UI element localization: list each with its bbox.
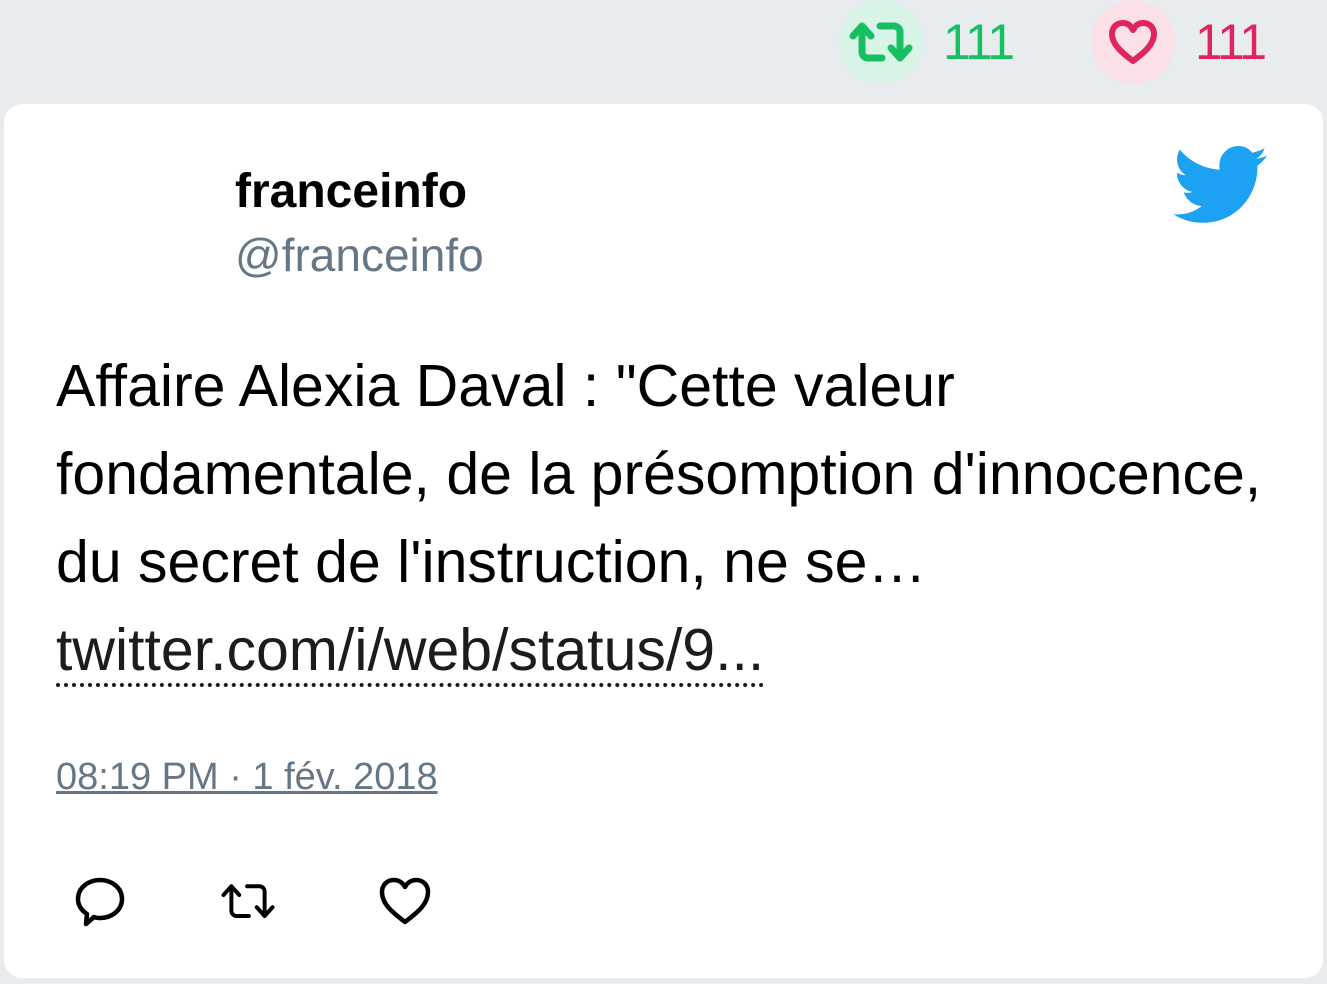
tweet-timestamp[interactable]: 08:19 PM · 1 fév. 2018 xyxy=(56,756,438,799)
twitter-bird-icon[interactable] xyxy=(1172,146,1270,226)
tweet-card: franceinfo @franceinfo Affaire Alexia Da… xyxy=(4,104,1323,978)
retweet-action-icon[interactable] xyxy=(220,874,276,930)
retweet-icon xyxy=(849,22,913,62)
author-handle[interactable]: @franceinfo xyxy=(235,228,484,282)
avatar[interactable] xyxy=(56,162,208,274)
retweet-stat-icon-bg xyxy=(839,0,923,84)
like-stat[interactable]: 111 xyxy=(1091,0,1267,84)
retweet-count: 111 xyxy=(943,14,1015,70)
retweet-stat[interactable]: 111 xyxy=(839,0,1015,84)
author-display-name[interactable]: franceinfo xyxy=(235,164,467,219)
heart-icon xyxy=(1109,20,1157,64)
like-icon[interactable] xyxy=(377,874,433,930)
like-stat-icon-bg xyxy=(1091,0,1175,84)
like-count: 111 xyxy=(1195,14,1267,70)
engagement-stats-bar: 111 111 xyxy=(0,0,1327,100)
tweet-link[interactable]: twitter.com/i/web/status/9... xyxy=(56,617,765,687)
reply-icon[interactable] xyxy=(72,874,128,930)
tweet-text: Affaire Alexia Daval : "Cette valeur fon… xyxy=(56,342,1276,694)
tweet-body: Affaire Alexia Daval : "Cette valeur fon… xyxy=(56,353,1262,595)
